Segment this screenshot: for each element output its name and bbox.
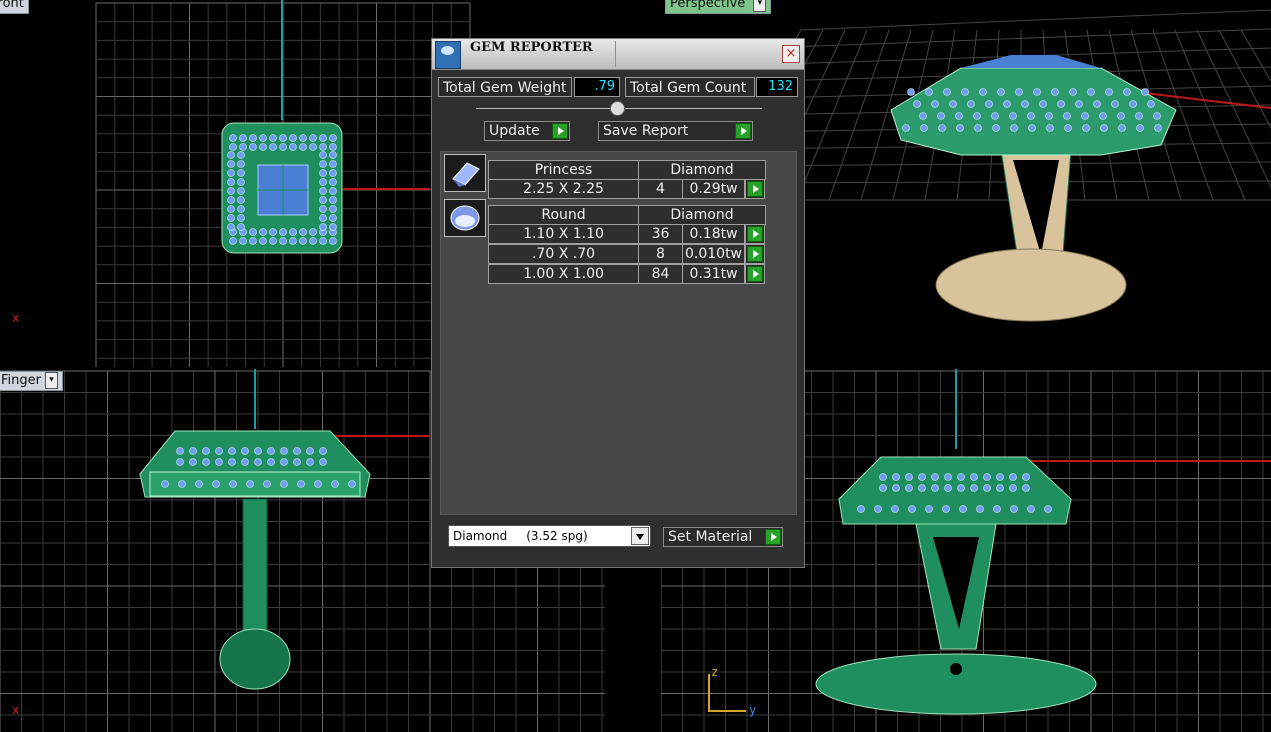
gem-size-cell: 1.10 X 1.10 bbox=[488, 224, 639, 244]
chevron-down-icon[interactable] bbox=[631, 527, 649, 545]
total-gem-weight-label: Total Gem Weight bbox=[438, 77, 572, 97]
gem-size-cell: 2.25 X 2.25 bbox=[488, 179, 639, 199]
gem-count-cell: 84 bbox=[638, 264, 683, 284]
viewport-tab-label: Finger bbox=[1, 373, 41, 388]
material-select[interactable]: Diamond (3.52 spg) bbox=[448, 525, 651, 547]
viewport-tab-finger[interactable]: Finger ▾ bbox=[0, 371, 63, 391]
select-gems-button[interactable] bbox=[745, 179, 765, 199]
update-button[interactable]: Update bbox=[484, 121, 570, 141]
x-axis-label: x bbox=[12, 703, 20, 717]
x-axis-label: x bbox=[12, 311, 20, 325]
set-material-button[interactable]: Set Material bbox=[663, 527, 783, 547]
select-gems-button[interactable] bbox=[745, 264, 765, 284]
y-axis-label: y bbox=[749, 703, 757, 717]
gem-shape-cell: Princess bbox=[488, 160, 639, 180]
viewport-tab-front[interactable]: Front bbox=[0, 0, 29, 14]
total-gem-weight-value: .79 bbox=[574, 77, 620, 97]
gem-count-cell: 8 bbox=[638, 244, 683, 264]
select-gems-button[interactable] bbox=[745, 224, 765, 244]
gem-weight-cell: 0.29tw bbox=[682, 179, 745, 199]
gem-list-panel: Princess Diamond 2.25 X 2.25 4 0.29tw Ro… bbox=[440, 151, 797, 515]
set-material-button-label: Set Material bbox=[668, 529, 753, 545]
viewport-tab-label: Perspective bbox=[670, 0, 746, 11]
chevron-down-icon[interactable]: ▾ bbox=[753, 0, 767, 12]
viewport-tab-label: Front bbox=[0, 0, 24, 11]
slider-handle[interactable] bbox=[610, 101, 625, 116]
gem-weight-cell: 0.010tw bbox=[682, 244, 745, 264]
play-icon bbox=[765, 529, 781, 545]
title-divider bbox=[615, 41, 616, 67]
save-report-button[interactable]: Save Report bbox=[598, 121, 753, 141]
save-report-button-label: Save Report bbox=[603, 123, 689, 139]
select-gems-button[interactable] bbox=[745, 244, 765, 264]
close-button[interactable]: × bbox=[782, 45, 800, 63]
gem-material-cell: Diamond bbox=[638, 205, 766, 225]
gem-count-cell: 4 bbox=[638, 179, 683, 199]
gem-size-cell: .70 X .70 bbox=[488, 244, 639, 264]
total-gem-count-label: Total Gem Count bbox=[625, 77, 755, 97]
gem-weight-cell: 0.18tw bbox=[682, 224, 745, 244]
play-icon bbox=[735, 123, 751, 139]
material-select-value: Diamond (3.52 spg) bbox=[453, 529, 588, 543]
dialog-titlebar[interactable]: GEM REPORTER × bbox=[432, 39, 804, 70]
gem-size-cell: 1.00 X 1.00 bbox=[488, 264, 639, 284]
dialog-title: GEM REPORTER bbox=[470, 40, 593, 55]
gem-shape-cell: Round bbox=[488, 205, 639, 225]
princess-cut-gem-icon[interactable] bbox=[444, 154, 486, 192]
play-icon bbox=[552, 123, 568, 139]
play-icon bbox=[747, 226, 763, 242]
round-cut-gem-icon[interactable] bbox=[444, 199, 486, 237]
chevron-down-icon[interactable]: ▾ bbox=[44, 372, 58, 389]
gem-material-cell: Diamond bbox=[638, 160, 766, 180]
update-button-label: Update bbox=[489, 123, 540, 139]
play-icon bbox=[747, 266, 763, 282]
gem-reporter-app-icon bbox=[435, 41, 461, 69]
gem-reporter-dialog[interactable]: GEM REPORTER × Total Gem Weight .79 Tota… bbox=[431, 38, 805, 568]
play-icon bbox=[747, 246, 763, 262]
viewport-tab-perspective[interactable]: Perspective ▾ bbox=[665, 0, 772, 14]
gem-count-cell: 36 bbox=[638, 224, 683, 244]
total-gem-count-value: 132 bbox=[756, 77, 798, 97]
play-icon bbox=[747, 181, 763, 197]
gem-weight-cell: 0.31tw bbox=[682, 264, 745, 284]
z-axis-label: z bbox=[711, 665, 719, 679]
